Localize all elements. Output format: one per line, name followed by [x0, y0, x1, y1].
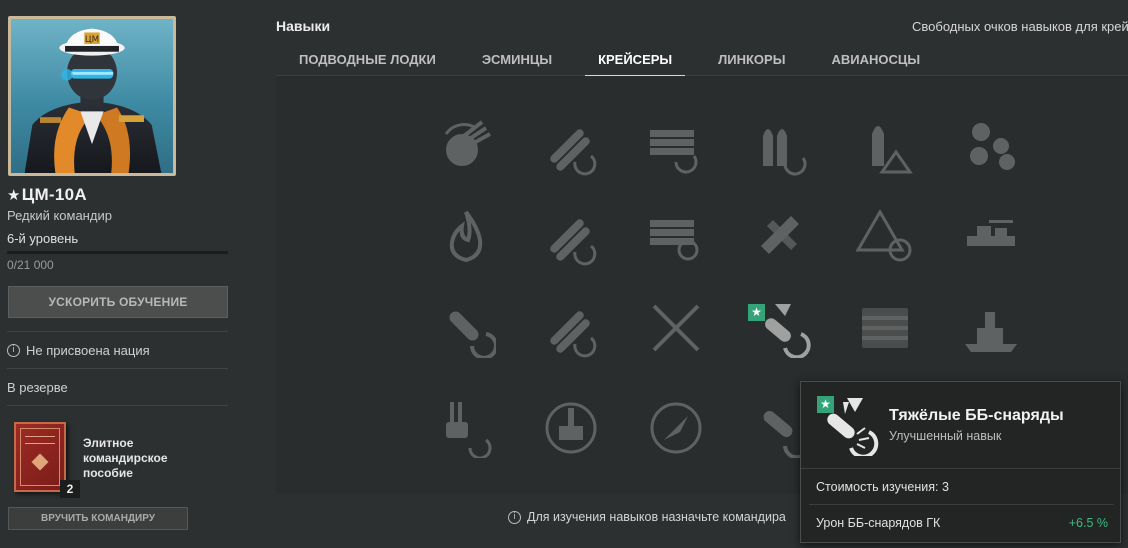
aircraft-target-icon[interactable] — [751, 206, 811, 266]
tooltip-title: Тяжёлые ББ-снаряды — [889, 407, 1064, 424]
svg-text:ЦМ: ЦМ — [85, 35, 99, 45]
tooltip-stat-value: +6.5 % — [1068, 516, 1108, 530]
nation-label: Не присвоена нация — [26, 343, 150, 358]
commander-portrait-image: ЦМ — [24, 28, 162, 173]
divider — [7, 331, 228, 332]
upgraded-skill-star-icon: ★ — [748, 304, 765, 321]
radar-compass-icon[interactable] — [646, 398, 706, 458]
ship-front-icon[interactable] — [541, 398, 601, 458]
warning-crosshair-icon[interactable] — [856, 206, 916, 266]
give-to-commander-button[interactable]: Вручить командиру — [8, 507, 188, 530]
xp-progress-bar — [7, 251, 228, 254]
tab-destroyers[interactable]: Эсминцы — [459, 44, 575, 76]
skill-tooltip: ★ Тяжёлые ББ-снаряды Улучшенный навык Ст… — [800, 381, 1121, 543]
xp-text: 0/21 000 — [7, 258, 54, 272]
elite-book-icon[interactable] — [14, 422, 66, 492]
tooltip-stat-row: Урон ББ-снарядов ГК +6.5 % — [816, 516, 1108, 530]
tab-cruisers[interactable]: Крейсеры — [575, 44, 695, 77]
info-icon[interactable]: i — [7, 344, 20, 357]
tab-aircraft-carriers[interactable]: Авианосцы — [808, 44, 943, 76]
fire-icon[interactable] — [436, 206, 496, 266]
commander-name-text: ЦМ-10А — [21, 185, 87, 204]
ship-class-tabs: Подводные лодки Эсминцы Крейсеры Линкоры… — [276, 44, 1128, 77]
skills-title: Навыки — [276, 18, 331, 34]
reserve-label: В резерве — [7, 380, 68, 395]
tooltip-subtitle: Улучшенный навык — [889, 429, 1002, 443]
book-count-badge: 2 — [60, 480, 80, 498]
ammo-reload-icon[interactable] — [646, 116, 706, 176]
divider — [7, 405, 228, 406]
commander-portrait[interactable]: ЦМ — [8, 16, 176, 176]
assign-commander-note: i Для изучения навыков назначьте команди… — [508, 510, 786, 524]
torpedo-speed-icon[interactable] — [541, 206, 601, 266]
tooltip-divider — [809, 504, 1114, 505]
tooltip-stat-label: Урон ББ-снарядов ГК — [816, 516, 941, 530]
tooltip-header: ★ Тяжёлые ББ-снаряды Улучшенный навык — [801, 382, 1120, 469]
commander-rarity: Редкий командир — [7, 208, 112, 223]
book-lines — [25, 436, 55, 444]
commander-panel: ЦМ ★ЦМ-10А Редкий командир 6-й уровень 0… — [0, 0, 236, 548]
tab-submarines[interactable]: Подводные лодки — [276, 44, 459, 76]
torpedo-reload-icon[interactable] — [541, 116, 601, 176]
crossed-swords-icon[interactable] — [646, 298, 706, 358]
tooltip-cost: Стоимость изучения: 3 — [816, 480, 949, 494]
nation-info: i Не присвоена нация — [7, 343, 150, 358]
accelerate-training-button[interactable]: Ускорить обучение — [8, 286, 228, 318]
shell-warning-icon[interactable] — [856, 116, 916, 176]
commander-level: 6-й уровень — [7, 231, 79, 246]
divider — [7, 368, 228, 369]
free-skill-points-label: Свободных очков навыков для крей — [912, 19, 1128, 34]
turret-traverse-icon[interactable] — [436, 116, 496, 176]
ammo-rack-icon[interactable] — [856, 298, 916, 358]
assign-commander-text: Для изучения навыков назначьте командира — [527, 510, 786, 524]
battleship-icon[interactable] — [961, 298, 1021, 358]
he-shell-icon[interactable] — [436, 298, 496, 358]
commander-name: ★ЦМ-10А — [7, 185, 87, 205]
main-battery-reload-icon[interactable] — [436, 398, 496, 458]
ship-turrets-icon[interactable] — [961, 206, 1021, 266]
info-icon: i — [508, 510, 521, 524]
elite-book-title: Элитное командирское пособие — [83, 436, 168, 480]
tab-battleships[interactable]: Линкоры — [695, 44, 808, 76]
elite-star-icon: ★ — [7, 187, 21, 204]
upgraded-skill-star-icon: ★ — [817, 396, 834, 413]
aa-defense-icon[interactable] — [961, 116, 1021, 176]
shell-reload-icon[interactable] — [751, 116, 811, 176]
magazine-reload-icon[interactable] — [646, 206, 706, 266]
torpedo-crew-icon[interactable] — [541, 298, 601, 358]
